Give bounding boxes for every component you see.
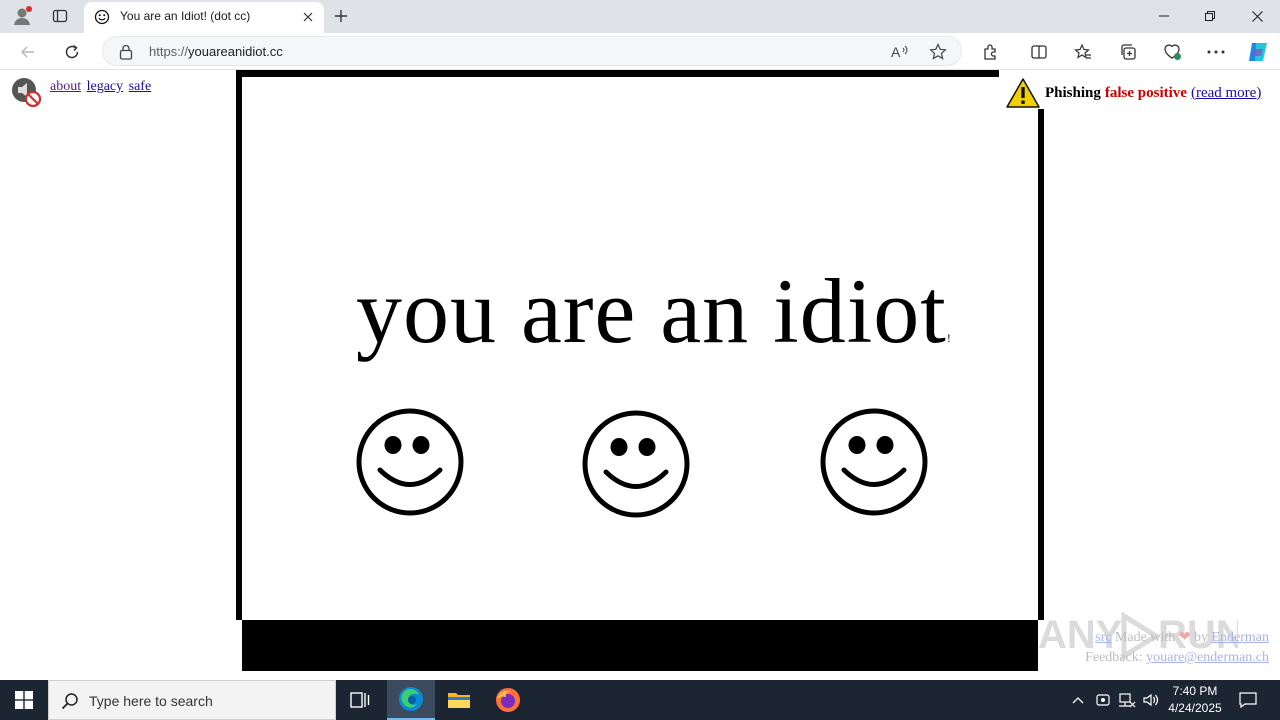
copilot-icon[interactable] <box>1243 37 1273 67</box>
legacy-link[interactable]: legacy <box>87 79 124 94</box>
meet-now-icon[interactable] <box>1093 690 1113 710</box>
address-bar[interactable]: https://youareanidiot.cc A <box>102 36 962 66</box>
frame-bottom-bar <box>242 620 1038 671</box>
browser-tab-active[interactable]: You are an Idiot! (dot cc) <box>84 2 324 33</box>
tray-overflow-chevron-icon[interactable] <box>1068 690 1088 710</box>
headline-mark: ! <box>946 331 952 345</box>
warning-triangle-icon <box>1006 78 1040 108</box>
frame-left-border <box>236 70 242 620</box>
by-text: by <box>1193 630 1208 645</box>
footer-line-2: Feedback: youare@enderman.ch <box>1085 648 1269 668</box>
collections-icon[interactable] <box>1113 37 1143 67</box>
smiley-face-icon <box>820 408 928 516</box>
tab-close-icon[interactable] <box>300 9 316 25</box>
start-button[interactable] <box>0 680 48 720</box>
svg-text:A: A <box>891 44 901 60</box>
profile-icon[interactable] <box>9 4 35 28</box>
site-logo-no-speaker-icon <box>12 78 42 108</box>
warning-label: Phishing <box>1045 84 1101 101</box>
frame-right-border <box>1038 109 1044 620</box>
taskbar-clock[interactable]: 7:40 PM 4/24/2025 <box>1156 683 1234 717</box>
lock-icon[interactable] <box>119 44 133 60</box>
settings-more-icon[interactable] <box>1201 37 1231 67</box>
file-explorer-icon[interactable] <box>435 680 483 720</box>
tab-actions-icon[interactable] <box>47 4 73 28</box>
network-icon[interactable] <box>1117 690 1137 710</box>
feedback-label: Feedback: <box>1085 650 1143 665</box>
tab-title: You are an Idiot! (dot cc) <box>120 9 251 23</box>
made-with-text: Made with <box>1114 630 1176 645</box>
browser-titlebar: You are an Idiot! (dot cc) <box>0 0 1280 33</box>
browser-essentials-icon[interactable] <box>1157 37 1187 67</box>
clock-date: 4/24/2025 <box>1168 701 1222 715</box>
minimize-button[interactable] <box>1141 0 1187 32</box>
extensions-icon[interactable] <box>976 37 1006 67</box>
headline: you are an idiot! <box>356 258 952 364</box>
new-tab-button[interactable] <box>330 5 352 27</box>
smiley-favicon-icon <box>94 9 110 25</box>
windows-taskbar: Type here to search 7:40 PM 4/24/2025 <box>0 680 1280 720</box>
search-placeholder: Type here to search <box>89 693 213 709</box>
author-link[interactable]: Enderman <box>1211 630 1269 645</box>
smiley-face-icon <box>582 410 690 518</box>
restore-button[interactable] <box>1187 0 1233 32</box>
refresh-icon[interactable] <box>57 37 87 67</box>
source-link[interactable]: src <box>1095 630 1111 645</box>
read-aloud-icon[interactable]: A <box>885 37 915 67</box>
page-footer: src Made with ❤ by Enderman Feedback: yo… <box>1085 628 1269 668</box>
search-icon <box>61 693 78 710</box>
clock-time: 7:40 PM <box>1172 684 1218 698</box>
smiley-face-icon <box>356 408 464 516</box>
safe-link[interactable]: safe <box>129 79 152 94</box>
read-more-link[interactable]: (read more) <box>1191 85 1261 102</box>
about-link[interactable]: about <box>50 79 81 94</box>
web-page: about legacy safe Phishing false positiv… <box>4 70 1276 676</box>
notifications-icon[interactable] <box>1238 690 1258 710</box>
phishing-warning: Phishing false positive (read more) <box>1006 76 1261 110</box>
feedback-email-link[interactable]: youare@enderman.ch <box>1146 650 1269 665</box>
firefox-icon[interactable] <box>484 680 532 720</box>
frame-top-border <box>236 70 999 77</box>
browser-toolbar: https://youareanidiot.cc A <box>0 33 1280 70</box>
favorites-icon[interactable] <box>1068 37 1098 67</box>
url-text[interactable]: https://youareanidiot.cc <box>149 44 283 59</box>
task-view-icon[interactable] <box>336 680 384 720</box>
headline-text: you are an idiot <box>356 260 947 362</box>
split-screen-icon[interactable] <box>1024 37 1054 67</box>
edge-icon[interactable] <box>387 680 435 720</box>
favorite-star-icon[interactable] <box>923 37 953 67</box>
back-icon[interactable] <box>13 37 43 67</box>
footer-line-1: src Made with ❤ by Enderman <box>1085 628 1269 648</box>
windows-logo-icon <box>15 691 33 709</box>
top-left-links: about legacy safe <box>50 79 153 95</box>
heart-icon: ❤ <box>1178 630 1191 645</box>
warning-highlight: false positive <box>1104 84 1187 101</box>
taskbar-search-box[interactable]: Type here to search <box>48 680 336 720</box>
close-window-button[interactable] <box>1234 0 1280 32</box>
